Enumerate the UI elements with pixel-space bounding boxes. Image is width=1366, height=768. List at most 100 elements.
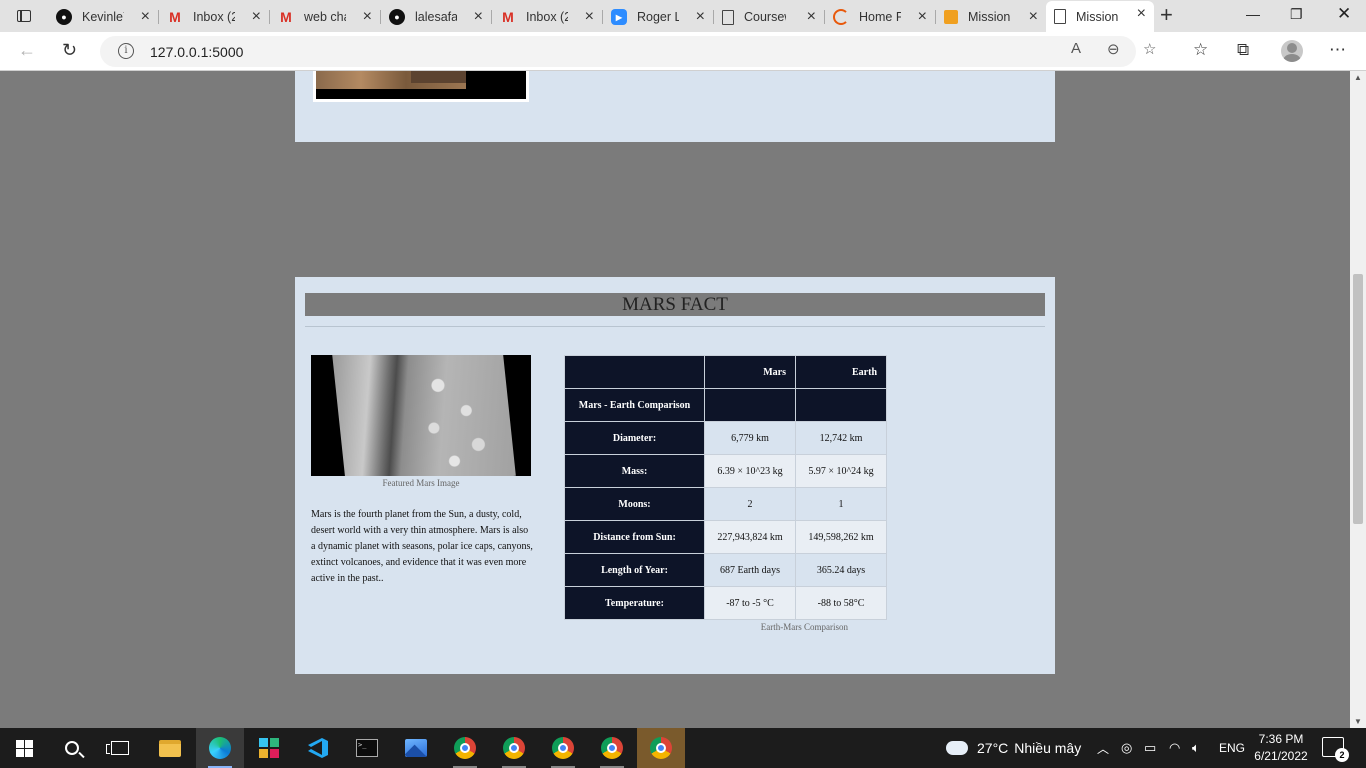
url-text[interactable]: 127.0.0.1:5000 bbox=[150, 44, 243, 60]
site-info-icon[interactable]: i bbox=[118, 43, 134, 59]
settings-more-icon[interactable]: ⋯ bbox=[1329, 40, 1346, 60]
volume-icon[interactable]: 🔈︎ bbox=[1192, 728, 1200, 768]
read-aloud-icon[interactable]: A bbox=[1071, 40, 1081, 57]
favorites-icon[interactable]: ☆ bbox=[1193, 40, 1208, 60]
taskbar-chrome-5[interactable] bbox=[637, 728, 685, 768]
profile-avatar[interactable] bbox=[1281, 40, 1303, 62]
weather-widget[interactable]: 27°C Nhiều mây bbox=[946, 728, 1081, 768]
notification-center-button[interactable]: 2 bbox=[1322, 737, 1349, 762]
hemisphere-card bbox=[295, 71, 1055, 142]
tab-lalesafar[interactable]: ● lalesafar × bbox=[381, 4, 492, 30]
restore-button[interactable]: ❐ bbox=[1290, 6, 1303, 23]
table-header-cell: Mars bbox=[704, 355, 796, 389]
tab-coursework[interactable]: Coursew × bbox=[714, 4, 825, 30]
hemisphere-image[interactable] bbox=[313, 71, 529, 102]
scroll-down-icon[interactable]: ▼ bbox=[1354, 717, 1362, 726]
language-indicator[interactable]: ENG bbox=[1219, 728, 1245, 768]
close-tab-icon[interactable]: × bbox=[696, 9, 705, 25]
tab-home[interactable]: Home P × bbox=[825, 4, 936, 30]
close-tab-icon[interactable]: × bbox=[474, 9, 483, 25]
windows-logo-icon bbox=[15, 739, 33, 757]
mars-earth-table: Mars Earth Mars - Earth Comparison Diame… bbox=[564, 355, 887, 620]
close-tab-icon[interactable]: × bbox=[807, 9, 816, 25]
mars-value: 6,779 km bbox=[704, 421, 796, 455]
taskbar-chrome-4[interactable] bbox=[588, 728, 636, 768]
show-hidden-icons-button[interactable]: ︿ bbox=[1097, 728, 1109, 768]
tab-missions[interactable]: Missions × bbox=[936, 4, 1046, 30]
table-header-cell bbox=[795, 388, 887, 422]
table-header-cell: Earth bbox=[795, 355, 887, 389]
tab-inbox-1[interactable]: M Inbox (2 × bbox=[159, 4, 270, 30]
close-tab-icon[interactable]: × bbox=[141, 9, 150, 25]
refresh-button[interactable]: ↻ bbox=[62, 40, 77, 60]
start-button[interactable] bbox=[0, 728, 48, 768]
tab-title: Roger Le bbox=[637, 10, 679, 24]
close-tab-icon[interactable]: × bbox=[363, 9, 372, 25]
earth-value: 365.24 days bbox=[795, 553, 887, 587]
new-tab-button[interactable]: + bbox=[1160, 4, 1173, 26]
taskbar-edge[interactable] bbox=[196, 728, 244, 768]
tab-roger[interactable]: ▶ Roger Le × bbox=[603, 4, 714, 30]
meet-now-icon[interactable]: ◎ bbox=[1121, 728, 1132, 768]
taskbar-vscode[interactable] bbox=[294, 728, 342, 768]
tab-title: Missions bbox=[968, 10, 1010, 24]
earth-value: 1 bbox=[795, 487, 887, 521]
taskbar-photos[interactable] bbox=[392, 728, 440, 768]
tab-actions-button[interactable] bbox=[8, 5, 40, 27]
zoom-out-icon[interactable]: ⊖ bbox=[1107, 40, 1120, 58]
row-label: Diameter: bbox=[564, 421, 705, 455]
battery-icon[interactable]: ▭ bbox=[1144, 728, 1156, 768]
mars-value: 687 Earth days bbox=[704, 553, 796, 587]
row-label: Distance from Sun: bbox=[564, 520, 705, 554]
close-tab-icon[interactable]: × bbox=[918, 9, 927, 25]
featured-mars-image[interactable] bbox=[311, 355, 531, 476]
close-tab-icon[interactable]: × bbox=[585, 9, 594, 25]
document-icon bbox=[722, 9, 734, 25]
close-tab-icon[interactable]: × bbox=[252, 9, 261, 25]
mars-value: -87 to -5 °C bbox=[704, 586, 796, 620]
taskbar-chrome-2[interactable] bbox=[490, 728, 538, 768]
search-button[interactable] bbox=[48, 728, 96, 768]
clock-time: 7:36 PM bbox=[1258, 732, 1304, 746]
search-icon bbox=[65, 741, 79, 755]
taskbar-slack[interactable] bbox=[245, 728, 293, 768]
tab-web-chat[interactable]: M web cha × bbox=[270, 4, 381, 30]
mars-value: 2 bbox=[704, 487, 796, 521]
page-scrollbar[interactable]: ▲ ▼ bbox=[1350, 71, 1366, 728]
system-clock[interactable]: 7:36 PM 6/21/2022 bbox=[1250, 731, 1312, 765]
weather-condition: Nhiều mây bbox=[1014, 740, 1082, 756]
taskbar-file-explorer[interactable] bbox=[146, 728, 194, 768]
table-row: Distance from Sun: 227,943,824 km 149,59… bbox=[564, 520, 887, 554]
scroll-up-icon[interactable]: ▲ bbox=[1354, 73, 1362, 82]
wifi-icon[interactable]: ◠ bbox=[1169, 728, 1180, 768]
vscode-icon bbox=[308, 738, 328, 758]
back-button[interactable]: ← bbox=[18, 40, 36, 60]
collections-icon[interactable]: ⧉ bbox=[1237, 40, 1249, 60]
taskbar-chrome-1[interactable] bbox=[441, 728, 489, 768]
notification-count: 2 bbox=[1335, 748, 1349, 762]
taskbar-chrome-3[interactable] bbox=[539, 728, 587, 768]
taskbar-terminal[interactable]: >_ bbox=[343, 728, 391, 768]
close-tab-icon[interactable]: × bbox=[1137, 6, 1146, 22]
earth-value: -88 to 58°C bbox=[795, 586, 887, 620]
tab-kevinle7[interactable]: ● Kevinle7 × bbox=[48, 4, 159, 30]
table-row: Length of Year: 687 Earth days 365.24 da… bbox=[564, 553, 887, 587]
featured-image-caption: Featured Mars Image bbox=[382, 478, 460, 488]
close-tab-icon[interactable]: × bbox=[1029, 9, 1038, 25]
chrome-icon bbox=[552, 737, 574, 759]
heading-divider bbox=[305, 326, 1045, 327]
chrome-icon bbox=[601, 737, 623, 759]
tab-title: Inbox (2 bbox=[193, 10, 235, 24]
tab-mission-active[interactable]: Mission × bbox=[1046, 1, 1154, 32]
close-window-button[interactable]: ✕ bbox=[1337, 4, 1351, 24]
task-view-button[interactable] bbox=[96, 728, 144, 768]
gmail-icon: M bbox=[502, 9, 514, 25]
tab-title: web cha bbox=[304, 10, 346, 24]
minimize-button[interactable]: — bbox=[1246, 6, 1260, 22]
tab-actions-icon bbox=[17, 10, 31, 22]
add-favorite-icon[interactable]: ☆ bbox=[1143, 40, 1156, 58]
address-bar[interactable]: i 127.0.0.1:5000 bbox=[100, 36, 1136, 67]
tab-inbox-2[interactable]: M Inbox (2 × bbox=[492, 4, 603, 30]
scrollbar-thumb[interactable] bbox=[1353, 274, 1363, 524]
tab-title: Kevinle7 bbox=[82, 10, 124, 24]
